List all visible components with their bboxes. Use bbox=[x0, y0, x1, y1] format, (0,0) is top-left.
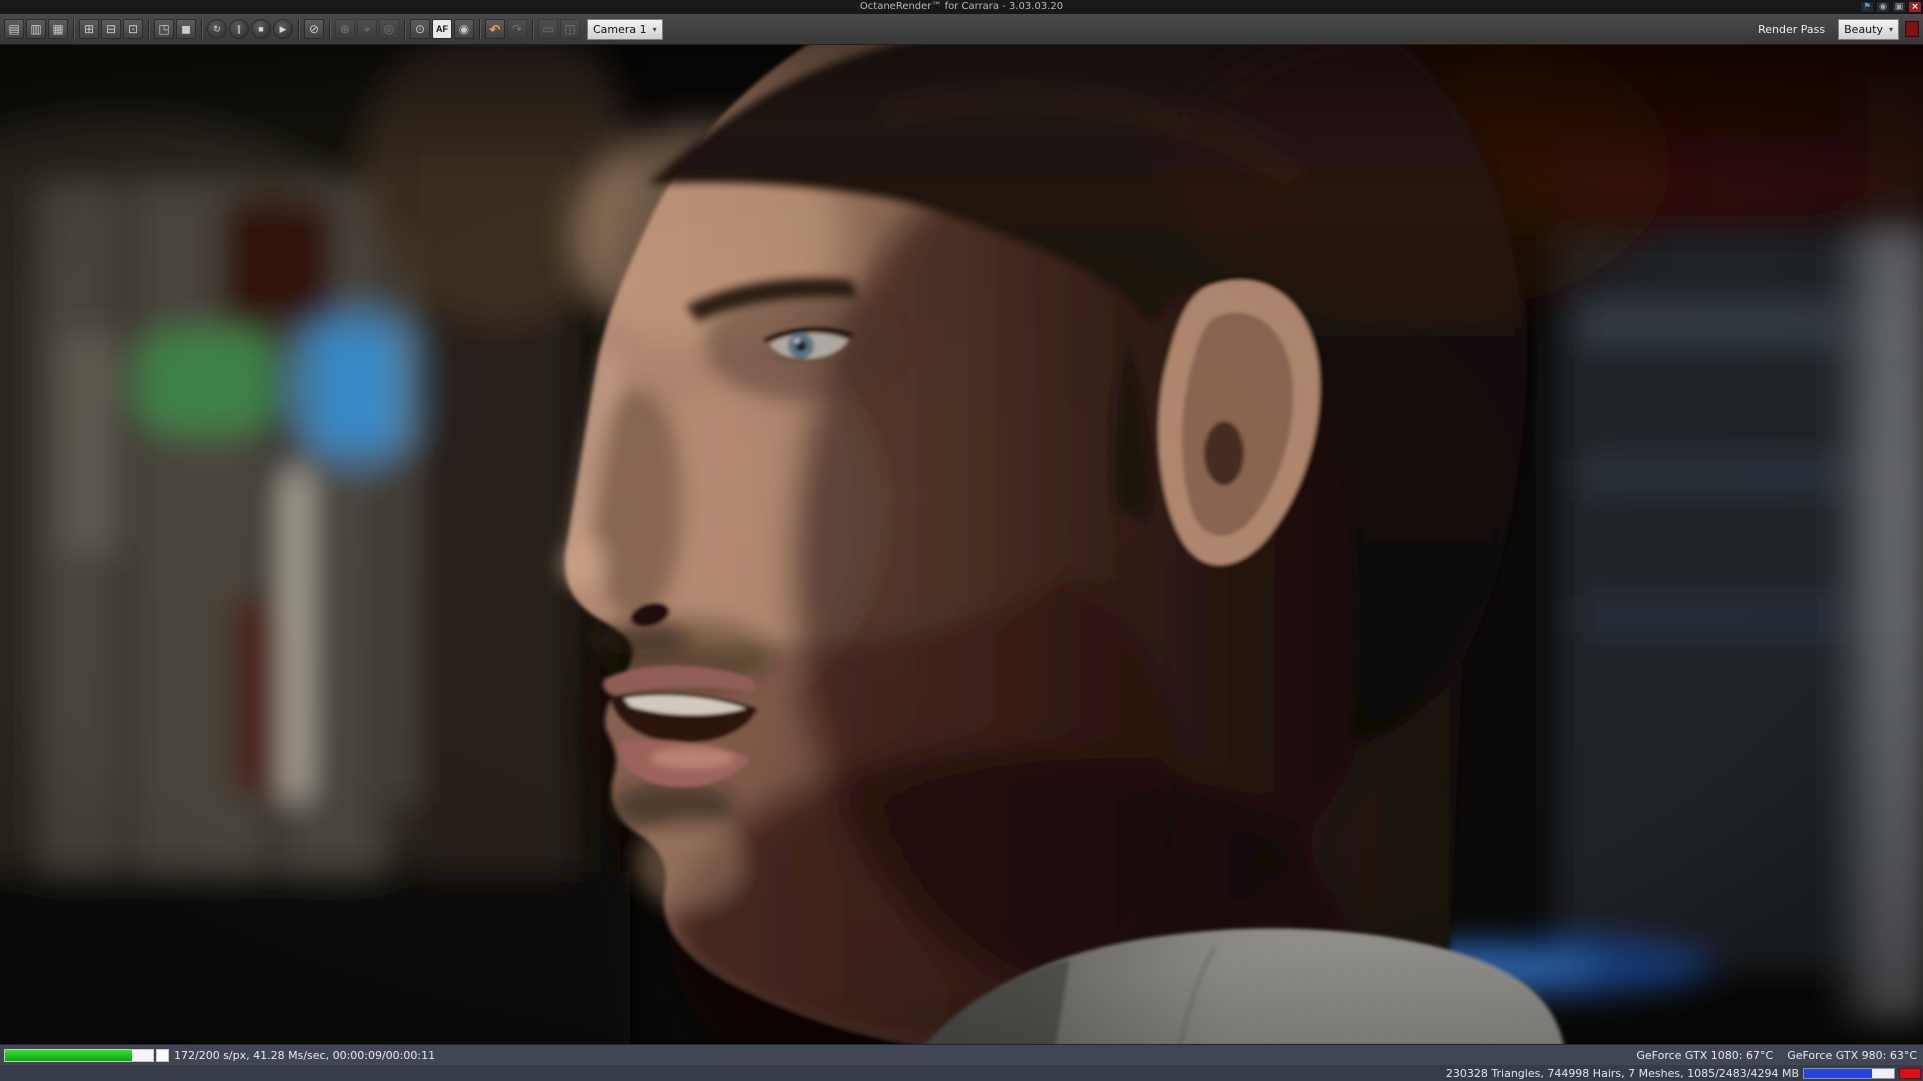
restart-render-icon[interactable]: ↻ bbox=[207, 19, 227, 39]
window-title: OctaneRender™ for Carrara - 3.03.03.20 bbox=[0, 0, 1923, 14]
focus-picker-icon[interactable]: ⊙ bbox=[410, 19, 430, 39]
redo-icon[interactable]: ↷ bbox=[507, 19, 527, 39]
toolbar-separator bbox=[329, 19, 330, 39]
vram-usage-bar bbox=[1803, 1068, 1895, 1079]
render-stats-text: 172/200 s/px, 41.28 Ms/sec, 00:00:09/00:… bbox=[174, 1049, 435, 1062]
paste-icon[interactable]: ⊟ bbox=[101, 19, 121, 39]
vram-usage-fill bbox=[1804, 1069, 1872, 1078]
toolbar-separator bbox=[148, 19, 149, 39]
stop-render-icon[interactable]: ■ bbox=[251, 19, 271, 39]
open-icon[interactable]: ▤ bbox=[4, 19, 24, 39]
toolbar: ▤ ▥ ▦ ⊞ ⊟ ⊡ ◳ ◼ ↻ ∥ ■ ▶ ⊘ ⊕ ⌖ ◎ ⊙ AF ◉ ↶… bbox=[0, 14, 1923, 45]
render-image bbox=[0, 45, 1923, 1044]
autofocus-icon[interactable]: AF bbox=[432, 19, 452, 39]
film-settings-icon[interactable]: ◼ bbox=[176, 19, 196, 39]
vram-alert-indicator bbox=[1899, 1068, 1921, 1079]
toolbar-separator bbox=[201, 19, 202, 39]
save-as-icon[interactable]: ▦ bbox=[48, 19, 68, 39]
error-indicator-icon[interactable] bbox=[1905, 21, 1919, 37]
clone-icon[interactable]: ⊡ bbox=[123, 19, 143, 39]
pin-icon[interactable]: ⚑ bbox=[1860, 1, 1874, 13]
camera-select[interactable]: Camera 1 ▾ bbox=[587, 19, 663, 40]
copy-icon[interactable]: ⊞ bbox=[79, 19, 99, 39]
panels-icon[interactable]: ▣ bbox=[1892, 1, 1906, 13]
titlebar-icons: ⚑ ◉ ▣ × bbox=[1860, 1, 1923, 13]
render-pass-select[interactable]: Beauty ▾ bbox=[1838, 19, 1899, 40]
gpu-980-temp: GeForce GTX 980: 63°C bbox=[1787, 1049, 1917, 1062]
octane-render-window: OctaneRender™ for Carrara - 3.03.03.20 ⚑… bbox=[0, 0, 1923, 1081]
undo-icon[interactable]: ↶ bbox=[485, 19, 505, 39]
save-icon[interactable]: ▥ bbox=[26, 19, 46, 39]
infobar: 230328 Triangles, 744998 Hairs, 7 Meshes… bbox=[0, 1065, 1923, 1081]
progress-detail-box[interactable] bbox=[156, 1049, 169, 1062]
white-balance-picker-icon[interactable]: ◎ bbox=[379, 19, 399, 39]
region-zoom-icon[interactable]: ◉ bbox=[454, 19, 474, 39]
statusbar: 172/200 s/px, 41.28 Ms/sec, 00:00:09/00:… bbox=[0, 1044, 1923, 1065]
titlebar: OctaneRender™ for Carrara - 3.03.03.20 ⚑… bbox=[0, 0, 1923, 14]
object-picker-icon[interactable]: ⌖ bbox=[357, 19, 377, 39]
export-image-icon[interactable]: ◳ bbox=[154, 19, 174, 39]
toolbar-separator bbox=[73, 19, 74, 39]
scene-stats-text: 230328 Triangles, 744998 Hairs, 7 Meshes… bbox=[1446, 1067, 1799, 1080]
pause-render-icon[interactable]: ∥ bbox=[229, 19, 249, 39]
chevron-down-icon: ▾ bbox=[1889, 25, 1893, 34]
close-icon[interactable]: × bbox=[1908, 1, 1922, 13]
camera-select-value: Camera 1 bbox=[593, 23, 647, 36]
subframe-icon[interactable]: ◫ bbox=[560, 19, 580, 39]
eye-icon[interactable]: ◉ bbox=[1876, 1, 1890, 13]
lock-resolution-icon[interactable]: ⊘ bbox=[304, 19, 324, 39]
vignette-overlay bbox=[0, 45, 1923, 1044]
toolbar-separator bbox=[532, 19, 533, 39]
gpu-temps: GeForce GTX 1080: 67°C GeForce GTX 980: … bbox=[1636, 1049, 1919, 1062]
toolbar-separator bbox=[298, 19, 299, 39]
render-progress-fill bbox=[5, 1050, 132, 1061]
render-progress-bar bbox=[4, 1049, 154, 1062]
render-viewport[interactable] bbox=[0, 45, 1923, 1044]
toolbar-separator bbox=[479, 19, 480, 39]
toolbar-separator bbox=[404, 19, 405, 39]
resume-render-icon[interactable]: ▶ bbox=[273, 19, 293, 39]
render-region-icon[interactable]: ▭ bbox=[538, 19, 558, 39]
gpu-1080-temp: GeForce GTX 1080: 67°C bbox=[1636, 1049, 1773, 1062]
render-pass-label: Render Pass bbox=[1758, 23, 1825, 36]
chevron-down-icon: ▾ bbox=[653, 25, 657, 34]
render-pass-value: Beauty bbox=[1844, 23, 1883, 36]
material-picker-icon[interactable]: ⊕ bbox=[335, 19, 355, 39]
